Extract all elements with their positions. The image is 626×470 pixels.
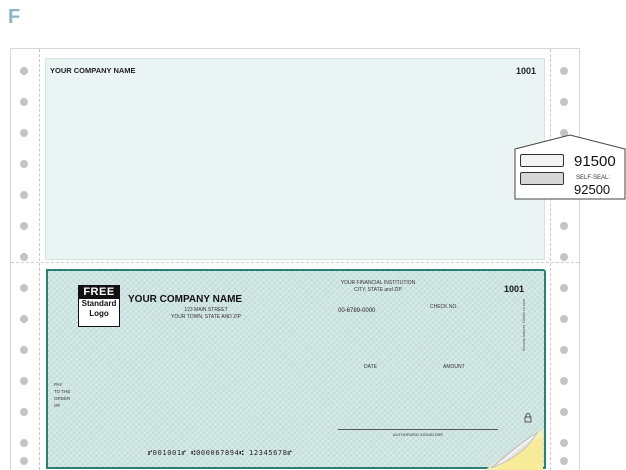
logo-free-text: FREE	[79, 286, 119, 299]
tractor-hole	[20, 457, 28, 465]
pay-line: OF	[54, 403, 61, 408]
check-no-label: CHECK NO.	[430, 304, 458, 310]
stub-company-name: YOUR COMPANY NAME	[50, 66, 136, 75]
tractor-hole	[20, 222, 28, 230]
continuous-check-form: YOUR COMPANY NAME 1001 FREE Standard Log…	[10, 48, 580, 470]
tractor-hole	[560, 439, 568, 447]
check-stub: YOUR COMPANY NAME 1001	[45, 58, 545, 260]
pay-line: ORDER	[54, 396, 71, 401]
tractor-hole	[20, 284, 28, 292]
perforation-line	[11, 262, 579, 263]
tractor-hole	[560, 457, 568, 465]
check-number: 1001	[503, 284, 524, 294]
date-label: DATE	[364, 364, 377, 370]
tractor-hole	[560, 377, 568, 385]
signature-line	[338, 429, 498, 430]
company-city: YOUR TOWN, STATE AND ZIP	[171, 314, 241, 320]
tractor-hole	[20, 346, 28, 354]
amount-label: AMOUNT	[443, 364, 465, 370]
envelope-number-top: 91500	[574, 153, 616, 170]
security-features-text: Security features. Details on back.	[522, 297, 526, 351]
envelope-window-top	[520, 154, 564, 167]
envelope-number-bottom: 92500	[574, 182, 611, 197]
tractor-hole	[560, 222, 568, 230]
tractor-hole	[560, 315, 568, 323]
tractor-hole	[20, 67, 28, 75]
tractor-hole	[20, 191, 28, 199]
tractor-hole	[20, 129, 28, 137]
company-name: YOUR COMPANY NAME	[128, 294, 243, 305]
bank-name: YOUR FINANCIAL INSTITUTION	[340, 280, 416, 286]
page-letter: F	[8, 6, 21, 28]
pay-line: TO THE	[54, 389, 71, 394]
tractor-hole	[20, 253, 28, 261]
bank-city: CITY, STATE and ZIP	[354, 287, 402, 293]
routing-fraction: 00-6789-0000	[338, 308, 376, 314]
tractor-hole	[20, 377, 28, 385]
stub-check-number: 1001	[515, 66, 536, 76]
logo-standard-text: Standard	[81, 299, 117, 308]
left-tractor-strip	[11, 49, 40, 470]
micr-line: ⑈001001⑈ ⑆000067894⑆ 12345678⑈	[148, 449, 293, 457]
check-face: FREE Standard Logo YOUR COMPANY NAME 123…	[46, 269, 546, 469]
right-tractor-strip	[550, 49, 579, 470]
self-seal-label: SELF-SEAL:	[576, 175, 611, 181]
tractor-hole	[20, 315, 28, 323]
pay-to-the-order-of: PAY TO THE ORDER OF	[54, 381, 70, 409]
padlock-icon	[524, 413, 532, 423]
tractor-hole	[20, 439, 28, 447]
company-street: 123 MAIN STREET	[184, 307, 228, 313]
tractor-hole	[560, 284, 568, 292]
tractor-hole	[560, 67, 568, 75]
tractor-hole	[20, 408, 28, 416]
self-seal-envelope-insert: 91500 SELF-SEAL: 92500	[514, 134, 626, 200]
tractor-hole	[560, 408, 568, 416]
tractor-hole	[560, 346, 568, 354]
pay-line: PAY	[54, 382, 63, 387]
signature-label: AUTHORIZED SIGNATURE	[392, 432, 444, 437]
envelope-window-bottom	[520, 172, 564, 185]
tractor-hole	[20, 160, 28, 168]
tractor-hole	[560, 98, 568, 106]
page-curl-icon	[485, 429, 543, 470]
tractor-hole	[20, 98, 28, 106]
free-standard-logo: FREE Standard Logo	[78, 285, 120, 327]
tractor-hole	[560, 253, 568, 261]
logo-logo-text: Logo	[89, 309, 109, 318]
